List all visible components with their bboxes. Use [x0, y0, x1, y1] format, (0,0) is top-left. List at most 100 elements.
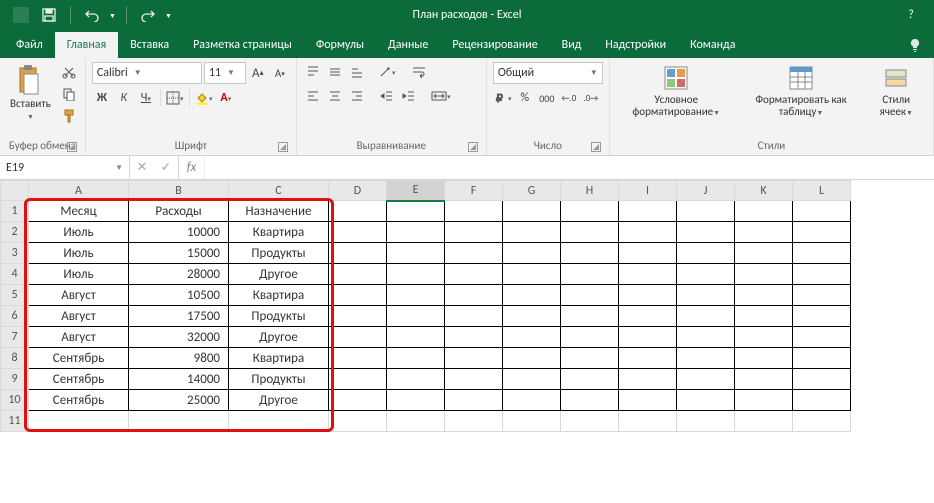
cell[interactable]	[619, 348, 677, 369]
cell[interactable]	[677, 411, 735, 432]
cell[interactable]	[387, 306, 445, 327]
cell[interactable]	[329, 201, 387, 222]
cell[interactable]: Назначение	[229, 201, 329, 222]
cell[interactable]: 17500	[129, 306, 229, 327]
cell[interactable]	[793, 243, 851, 264]
cell[interactable]	[329, 222, 387, 243]
cell[interactable]	[387, 390, 445, 411]
cell[interactable]	[735, 264, 793, 285]
cell[interactable]	[561, 306, 619, 327]
cell[interactable]	[561, 222, 619, 243]
align-right-icon[interactable]	[347, 86, 367, 106]
cell[interactable]	[793, 285, 851, 306]
tab-team[interactable]: Команда	[678, 32, 747, 58]
cell[interactable]	[677, 390, 735, 411]
cell[interactable]	[445, 411, 503, 432]
cell[interactable]: Сентябрь	[29, 390, 129, 411]
cell[interactable]	[561, 369, 619, 390]
cell[interactable]	[387, 285, 445, 306]
cell[interactable]	[561, 348, 619, 369]
dialog-launcher-icon[interactable]	[67, 142, 77, 152]
cell[interactable]	[735, 243, 793, 264]
tab-review[interactable]: Рецензирование	[440, 32, 549, 58]
cell[interactable]	[129, 411, 229, 432]
cell[interactable]	[445, 201, 503, 222]
cell[interactable]	[619, 327, 677, 348]
worksheet-grid[interactable]: A B C D E F G H I J K L 1МесяцРасходыНаз…	[0, 180, 934, 432]
cell[interactable]	[677, 348, 735, 369]
cell[interactable]	[329, 306, 387, 327]
cell[interactable]	[677, 201, 735, 222]
col-header[interactable]: I	[619, 181, 677, 201]
col-header[interactable]: D	[329, 181, 387, 201]
cell[interactable]	[387, 348, 445, 369]
cell[interactable]	[503, 222, 561, 243]
cell[interactable]	[619, 369, 677, 390]
col-header[interactable]: H	[561, 181, 619, 201]
cell[interactable]	[677, 327, 735, 348]
cell[interactable]	[793, 411, 851, 432]
decrease-decimal-icon[interactable]: .0→	[581, 88, 601, 108]
format-as-table-button[interactable]: Форматировать как таблицу▼	[739, 62, 864, 120]
cell[interactable]	[793, 201, 851, 222]
col-header[interactable]: A	[29, 181, 129, 201]
col-header[interactable]: K	[735, 181, 793, 201]
orientation-icon[interactable]: ▾	[377, 62, 397, 82]
cell[interactable]	[619, 222, 677, 243]
cell[interactable]: Другое	[229, 264, 329, 285]
cell[interactable]	[561, 390, 619, 411]
cell[interactable]	[619, 285, 677, 306]
cell[interactable]: Продукты	[229, 243, 329, 264]
cell[interactable]	[445, 369, 503, 390]
row-header[interactable]: 2	[1, 222, 29, 243]
cell[interactable]	[503, 369, 561, 390]
cell[interactable]	[503, 411, 561, 432]
merge-icon[interactable]: ▾	[431, 86, 451, 106]
row-header[interactable]: 5	[1, 285, 29, 306]
cell[interactable]	[735, 348, 793, 369]
cell[interactable]	[229, 411, 329, 432]
cell[interactable]	[445, 327, 503, 348]
cell[interactable]	[793, 369, 851, 390]
cell[interactable]: Квартира	[229, 348, 329, 369]
cell[interactable]: Август	[29, 327, 129, 348]
underline-button[interactable]: Ч▾	[136, 88, 156, 108]
accounting-icon[interactable]: ₽▾	[493, 88, 513, 108]
wrap-text-icon[interactable]	[409, 62, 429, 82]
fill-color-icon[interactable]: ▾	[194, 88, 214, 108]
col-header[interactable]: E	[387, 181, 445, 201]
cell[interactable]: 14000	[129, 369, 229, 390]
italic-button[interactable]: К	[114, 88, 134, 108]
cell[interactable]	[329, 327, 387, 348]
cell[interactable]	[503, 306, 561, 327]
cell[interactable]: 9800	[129, 348, 229, 369]
font-size-combo[interactable]: 11▼	[204, 62, 246, 84]
align-center-icon[interactable]	[325, 86, 345, 106]
row-header[interactable]: 8	[1, 348, 29, 369]
dialog-launcher-icon[interactable]	[468, 142, 478, 152]
cell[interactable]: Сентябрь	[29, 369, 129, 390]
font-color-icon[interactable]: A▾	[216, 88, 236, 108]
redo-icon[interactable]	[137, 4, 159, 26]
cell[interactable]: Июль	[29, 222, 129, 243]
decrease-indent-icon[interactable]	[377, 86, 397, 106]
cell[interactable]	[619, 390, 677, 411]
name-box[interactable]: E19 ▼	[0, 156, 130, 179]
tab-formulas[interactable]: Формулы	[304, 32, 376, 58]
dialog-launcher-icon[interactable]	[591, 142, 601, 152]
align-left-icon[interactable]	[303, 86, 323, 106]
cell[interactable]	[561, 264, 619, 285]
percent-icon[interactable]: %	[515, 88, 535, 108]
format-painter-icon[interactable]	[59, 106, 79, 126]
chevron-down-icon[interactable]: ▼	[115, 163, 123, 173]
cell[interactable]: Расходы	[129, 201, 229, 222]
cell[interactable]	[561, 327, 619, 348]
cell[interactable]	[387, 201, 445, 222]
borders-icon[interactable]: ▾	[165, 88, 185, 108]
cell[interactable]	[619, 411, 677, 432]
tell-me-icon[interactable]	[896, 32, 934, 58]
cell[interactable]	[793, 306, 851, 327]
conditional-formatting-button[interactable]: Условное форматирование▼	[616, 62, 737, 120]
cell[interactable]: Июль	[29, 264, 129, 285]
cell[interactable]	[677, 222, 735, 243]
